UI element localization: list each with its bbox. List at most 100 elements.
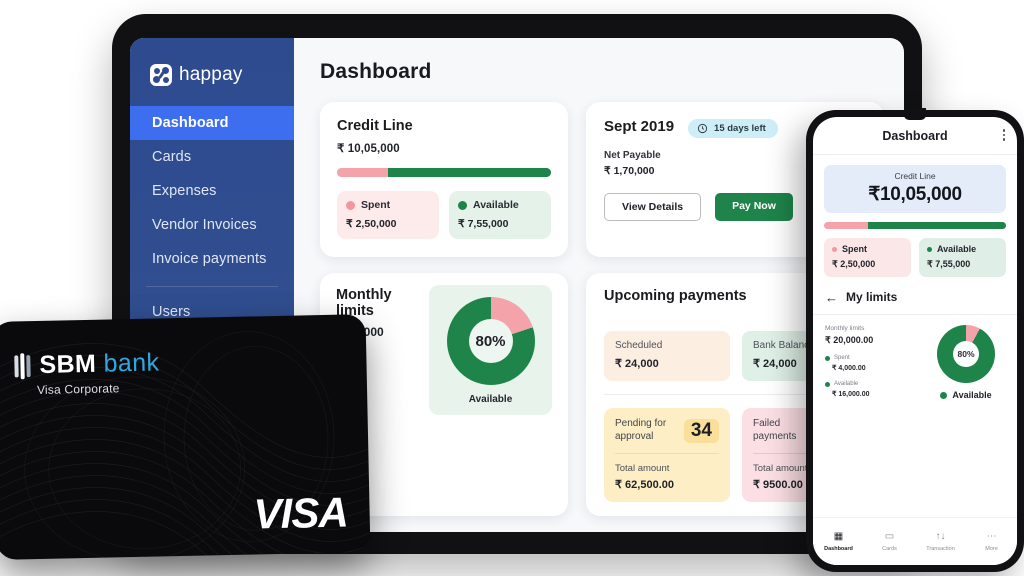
phone-legend-available-dot-icon	[825, 381, 830, 387]
failed-payments-label: Failed payments	[753, 418, 797, 442]
sbm-mark-icon	[14, 352, 31, 379]
phone-credit-line-label: Credit Line	[894, 171, 936, 181]
bank-name-main: SBM	[39, 349, 97, 379]
pending-approval-label: Pending for approval	[615, 418, 667, 442]
phone-nav-label: More	[985, 545, 998, 552]
sidebar-item-invoice-payments[interactable]: Invoice payments	[130, 242, 294, 276]
phone-my-limits-title: My limits	[846, 290, 898, 304]
top-row: Credit Line ₹ 10,05,000 Spent ₹ 2,50,000…	[320, 102, 884, 257]
pending-total-value: ₹ 62,500.00	[615, 479, 674, 491]
phone-header: Dashboard	[813, 117, 1017, 155]
phone-spent-label: Spent	[842, 244, 868, 254]
phone-nav-more[interactable]: ⋯ More	[966, 530, 1017, 552]
page-title: Dashboard	[320, 60, 432, 83]
phone-nav-transaction[interactable]: ↑↓ Transaction	[915, 530, 966, 552]
pending-total-label: Total amount	[615, 463, 670, 474]
pending-approval-tile[interactable]: Pending for approval 34 Total amount ₹ 6…	[604, 408, 730, 502]
phone-donut-legend-dot-icon	[940, 391, 948, 399]
phone-available-tile: Available ₹ 7,55,000	[919, 238, 1006, 277]
pay-now-button[interactable]: Pay Now	[715, 193, 793, 221]
phone-device: Dashboard Credit Line ₹10,05,000 Spent ₹…	[806, 108, 1024, 572]
credit-line-card: Credit Line ₹ 10,05,000 Spent ₹ 2,50,000…	[320, 102, 568, 257]
transfer-icon: ↑↓	[935, 530, 946, 542]
bottom-row: Monthly limits ₹ 20,000 80% Available	[320, 273, 884, 516]
days-left-badge: 15 days left	[688, 119, 778, 138]
donut-center-label: 80%	[468, 319, 513, 363]
bank-name-suffix: bank	[103, 348, 160, 378]
available-value: ₹ 7,55,000	[458, 218, 509, 230]
sbm-bank-card: SBM bank Visa Corporate VISA	[0, 314, 371, 560]
view-details-button[interactable]: View Details	[604, 193, 702, 221]
phone-monthly-limits-caption: Monthly limits	[825, 325, 865, 332]
days-left-label: 15 days left	[714, 123, 766, 134]
phone-spent-dot-icon	[832, 246, 837, 252]
back-arrow-icon[interactable]: ←	[825, 291, 838, 304]
sidebar-item-vendor-invoices[interactable]: Vendor Invoices	[130, 208, 294, 242]
phone-progress-available	[867, 222, 1006, 229]
sidebar-item-dashboard[interactable]: Dashboard	[130, 106, 294, 140]
visa-logo: VISA	[253, 488, 349, 538]
sidebar-item-expenses[interactable]: Expenses	[130, 174, 294, 208]
sidebar-label: Expenses	[152, 183, 217, 199]
phone-available-dot-icon	[927, 246, 932, 252]
available-tile: Available ₹ 7,55,000	[449, 191, 551, 239]
spent-value: ₹ 2,50,000	[346, 218, 397, 230]
monthly-limits-chart: 80% Available	[429, 285, 552, 415]
sidebar-label: Vendor Invoices	[152, 217, 257, 233]
available-dot-icon	[458, 200, 467, 210]
credit-line-legend: Spent ₹ 2,50,000 Available ₹ 7,55,000	[337, 191, 551, 239]
sbm-bank-name: SBM bank	[39, 348, 160, 380]
sidebar-label: Cards	[152, 149, 192, 165]
phone-legend-available-label: Available	[834, 381, 859, 387]
phone-nav-dashboard[interactable]: ▦ Dashboard	[813, 530, 864, 552]
credit-line-title: Credit Line	[337, 118, 413, 134]
phone-credit-line-amount: ₹10,05,000	[868, 184, 962, 205]
phone-spent-tile: Spent ₹ 2,50,000	[824, 238, 911, 277]
phone-legend-spent: Spent	[825, 355, 921, 361]
phone-nav-label: Cards	[882, 545, 897, 552]
phone-legend-spent-dot-icon	[825, 355, 830, 361]
phone-notch	[904, 108, 926, 120]
card-subtitle: Visa Corporate	[36, 381, 120, 398]
phone-nav-label: Dashboard	[824, 545, 853, 552]
phone-legend-available: Available	[825, 381, 921, 387]
phone-legend-available-value: ₹ 16,000.00	[832, 391, 870, 398]
phone-legend-spent-value: ₹ 4,000.00	[832, 365, 866, 372]
phone-my-limits-body: Monthly limits ₹ 20,000.00 Spent ₹ 4,000…	[813, 315, 1017, 400]
phone-monthly-limits-amount: ₹ 20,000.00	[825, 335, 874, 345]
more-icon: ⋯	[986, 530, 997, 542]
screenshot-stage: happay Dashboard Cards Expenses Vendor I…	[0, 0, 1024, 576]
overflow-menu-icon[interactable]	[1002, 129, 1005, 141]
phone-progress	[824, 222, 1006, 229]
phone-legend-spent-label: Spent	[834, 355, 850, 361]
phone-title: Dashboard	[882, 128, 948, 143]
sidebar-divider	[146, 286, 278, 287]
credit-line-amount: ₹ 10,05,000	[337, 143, 400, 155]
brand-name: happay	[179, 64, 243, 85]
phone-limits-chart: 80% Available	[927, 325, 1005, 400]
phone-available-label: Available	[937, 244, 977, 254]
phone-spent-value: ₹ 2,50,000	[832, 259, 876, 269]
clock-icon	[697, 123, 708, 134]
sbm-logo: SBM bank	[14, 348, 160, 380]
sidebar-label: Dashboard	[152, 115, 229, 131]
scheduled-tile: Scheduled ₹ 24,000	[604, 331, 730, 381]
phone-available-value: ₹ 7,55,000	[927, 259, 971, 269]
due-month: Sept 2019	[604, 118, 675, 135]
phone-nav-cards[interactable]: ▭ Cards	[864, 531, 915, 552]
phone-progress-spent	[824, 222, 868, 229]
pending-approval-count: 34	[683, 418, 719, 443]
sidebar-item-cards[interactable]: Cards	[130, 140, 294, 174]
phone-credit-line-box: Credit Line ₹10,05,000	[824, 165, 1006, 213]
tile-divider	[615, 453, 719, 454]
phone-donut-chart: 80%	[937, 325, 995, 383]
available-label: Available	[473, 199, 519, 211]
phone-dashboard-body: Credit Line ₹10,05,000 Spent ₹ 2,50,000	[813, 155, 1017, 277]
happay-mark-icon	[150, 64, 172, 86]
happay-logo: happay	[130, 56, 294, 106]
phone-my-limits-header: ← My limits	[813, 277, 1017, 315]
grid-icon: ▦	[833, 530, 844, 542]
progress-spent-segment	[337, 168, 389, 177]
phone-donut-caption: Available	[940, 390, 992, 400]
phone-nav-label: Transaction	[926, 545, 955, 552]
